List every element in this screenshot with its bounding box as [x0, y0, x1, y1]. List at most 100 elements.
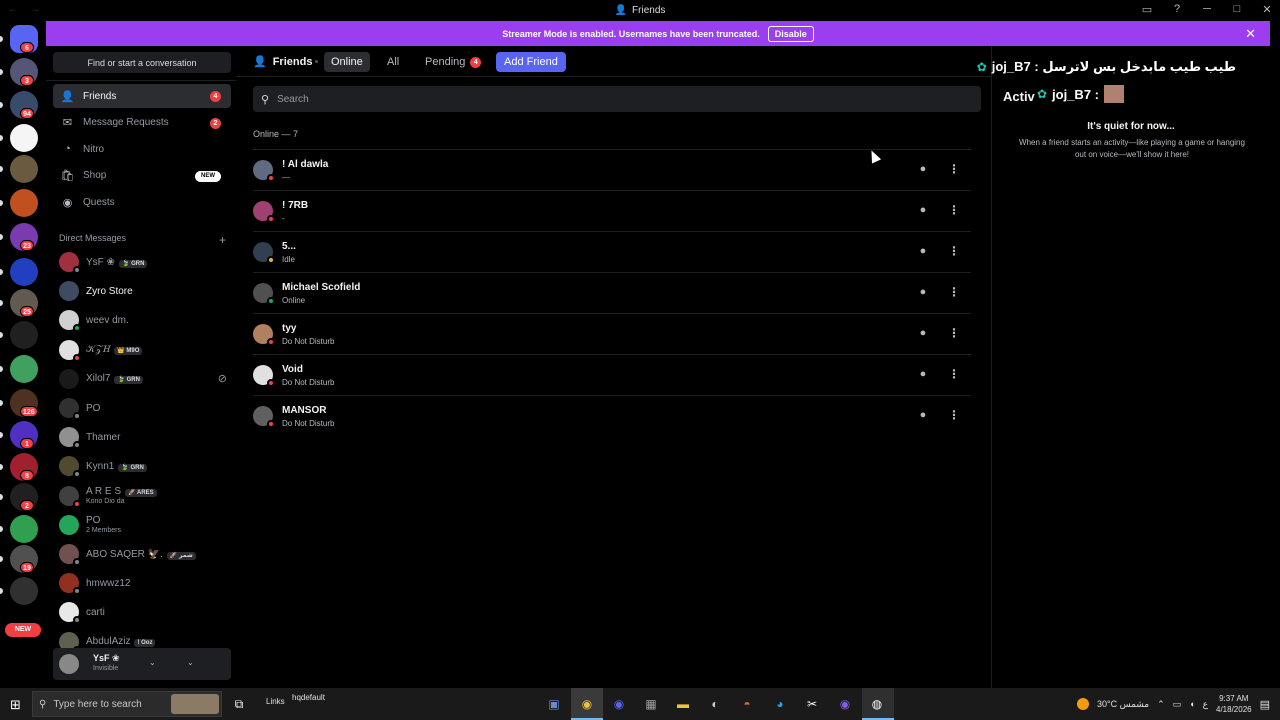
dm-item[interactable]: Xilol7 🍃 GRN ⊘ [53, 365, 231, 393]
server-icon[interactable] [10, 124, 38, 152]
hqdefault-shortcut[interactable]: hqdefault [292, 693, 325, 702]
unread-pill [0, 366, 3, 372]
server-icon[interactable] [10, 355, 38, 383]
dm-item[interactable]: PO 2 Members [53, 511, 231, 539]
avatar [253, 324, 275, 346]
close-banner-icon[interactable]: ✕ [1245, 26, 1256, 42]
dm-item[interactable]: Kynn1 🍃 GRN [53, 452, 231, 480]
dm-item[interactable]: Zyro Store [53, 277, 231, 305]
mic-dropdown-icon[interactable]: ⌄ [149, 658, 156, 667]
app-icon[interactable]: ◓ [736, 694, 758, 714]
dm-item[interactable]: PO [53, 394, 231, 422]
more-options-icon[interactable]: ⋮ [946, 326, 962, 342]
status-indicator [73, 441, 81, 450]
minimize-button[interactable]: ─ [1200, 3, 1214, 16]
dm-item[interactable]: 𝒦𝒵𝐻 👑 M9O [53, 336, 231, 364]
friend-row[interactable]: 5... Idle ● ⋮ [253, 231, 971, 272]
dm-item[interactable]: weev dm. [53, 306, 231, 334]
help-icon[interactable]: ? [1170, 3, 1184, 16]
network-icon[interactable]: ▭ [1173, 699, 1182, 710]
message-icon[interactable]: ● [915, 286, 931, 302]
discord-icon[interactable]: ◉ [608, 694, 630, 714]
friend-status: Do Not Disturb [282, 337, 335, 346]
user-avatar[interactable] [59, 654, 79, 674]
friend-row[interactable]: Michael Scofield Online ● ⋮ [253, 272, 971, 313]
tab-online[interactable]: Online [324, 52, 370, 72]
server-icon[interactable] [10, 155, 38, 183]
obs-icon[interactable]: ◍ [866, 694, 888, 714]
tab-pending[interactable]: Pending 4 [418, 52, 488, 72]
clock[interactable]: 9:37 AM 4/18/2026 [1216, 693, 1252, 715]
friend-row[interactable]: tyy Do Not Disturb ● ⋮ [253, 313, 971, 354]
server-icon[interactable] [10, 577, 38, 605]
message-icon[interactable]: ● [915, 245, 931, 261]
more-options-icon[interactable]: ⋮ [946, 367, 962, 383]
steam-icon[interactable]: ◐ [704, 694, 726, 714]
more-options-icon[interactable]: ⋮ [946, 408, 962, 424]
message-icon[interactable]: ● [915, 327, 931, 343]
sidebar-item-shop[interactable]: 🛍 Shop NEW [53, 164, 231, 188]
dm-item[interactable]: Thamer [53, 423, 231, 451]
chevron-up-icon[interactable]: ⌃ [1157, 699, 1165, 710]
message-icon[interactable]: ● [915, 368, 931, 384]
more-options-icon[interactable]: ⋮ [946, 162, 962, 178]
friend-row[interactable]: Void Do Not Disturb ● ⋮ [253, 354, 971, 395]
friend-row[interactable]: ! Al dawla — ● ⋮ [253, 149, 971, 190]
dm-item[interactable]: A R E S 🚀 ARES Kono Dio da [53, 482, 231, 510]
server-icon[interactable] [10, 515, 38, 543]
friend-row[interactable]: MANSOR Do Not Disturb ● ⋮ [253, 395, 971, 436]
message-icon[interactable]: ● [915, 409, 931, 425]
notifications-icon[interactable]: ▤ [1260, 698, 1270, 711]
app-icon[interactable]: ◉ [576, 694, 598, 714]
more-options-icon[interactable]: ⋮ [946, 203, 962, 219]
app-icon[interactable]: ▣ [543, 694, 565, 714]
more-options-icon[interactable]: ⋮ [946, 285, 962, 301]
message-icon[interactable]: ● [915, 163, 931, 179]
dm-item[interactable]: carti [53, 598, 231, 626]
weather-text[interactable]: 30°C مشمس [1097, 699, 1149, 710]
dm-item[interactable]: YsF ❀ 🍃 GRN [53, 248, 231, 276]
windows-taskbar: ⊞ ⚲ Type here to search ⧉ Links hqdefaul… [0, 688, 1280, 720]
friend-row[interactable]: ! 7RB - ● ⋮ [253, 190, 971, 231]
sidebar-item-friends[interactable]: 👤 Friends 4 [53, 84, 231, 108]
server-icon[interactable] [10, 321, 38, 349]
links-toolbar[interactable]: Links [266, 697, 285, 706]
app-icon[interactable]: ◉ [834, 694, 856, 714]
dm-item[interactable]: hmwwz12 [53, 569, 231, 597]
message-icon[interactable]: ● [915, 204, 931, 220]
inbox-icon[interactable]: ▭ [1140, 3, 1154, 16]
status-indicator [267, 297, 275, 305]
server-icon[interactable] [10, 258, 38, 286]
add-friend-button[interactable]: Add Friend [496, 52, 566, 72]
close-window-button[interactable]: ✕ [1260, 3, 1274, 16]
unread-pill [0, 526, 3, 532]
folder-icon[interactable]: ▬ [672, 694, 694, 714]
server-icon[interactable] [10, 189, 38, 217]
find-conversation-input[interactable]: Find or start a conversation [53, 52, 231, 73]
history-nav[interactable]: ←→ [8, 4, 52, 15]
create-dm-icon[interactable]: + [219, 233, 226, 247]
mention-badge: 25 [20, 306, 34, 317]
audio-dropdown-icon[interactable]: ⌄ [187, 658, 194, 667]
capcut-icon[interactable]: ✂ [801, 694, 823, 714]
edge-icon[interactable]: ◕ [769, 694, 791, 714]
sidebar-item-nitro[interactable]: ◔ Nitro [53, 137, 231, 161]
disable-streamer-button[interactable]: Disable [767, 25, 814, 42]
friends-search-input[interactable]: ⚲ Search [253, 86, 981, 112]
guild-tag: 🍃 GRN [114, 376, 143, 385]
sidebar-item-message-requests[interactable]: ✉ Message Requests 2 [53, 111, 231, 135]
friend-name: ! Al dawla [282, 159, 329, 170]
language-indicator[interactable]: ع [1203, 699, 1208, 710]
window-controls: ▭ ? ─ □ ✕ [1140, 3, 1274, 16]
tab-all[interactable]: All [380, 52, 406, 72]
maximize-button[interactable]: □ [1230, 3, 1244, 16]
start-icon[interactable]: ⊞ [10, 697, 21, 713]
task-view-icon[interactable]: ⧉ [228, 694, 250, 714]
app-icon[interactable]: ▦ [640, 694, 662, 714]
user-panel[interactable]: YsF ❀ Invisible ⌄ ⌄ [53, 648, 231, 680]
more-options-icon[interactable]: ⋮ [946, 244, 962, 260]
sidebar-item-quests[interactable]: ◉ Quests [53, 190, 231, 214]
dm-item[interactable]: ABO SAQER 🦅. 🚀 شمر [53, 540, 231, 568]
taskbar-search[interactable]: ⚲ Type here to search [32, 691, 222, 717]
volume-icon[interactable]: ◖ [1189, 699, 1194, 709]
